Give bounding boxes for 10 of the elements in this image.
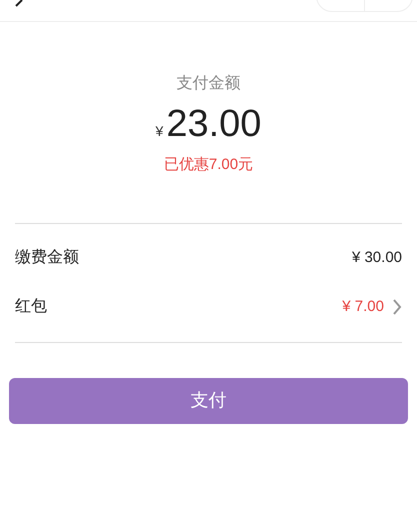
row-label: 缴费金额 [15,248,79,268]
payment-amount: 23.00 [166,102,262,147]
currency-symbol: ¥ [156,122,164,141]
bonus-value[interactable]: ¥ 7.00 [342,296,384,318]
pay-button[interactable]: 支付 [9,378,408,424]
payment-label: 支付金额 [176,74,240,94]
discount-text: 已优惠7.00元 [164,155,254,175]
chevron-right-icon[interactable] [392,298,402,316]
row-label: 红包 [15,297,47,317]
row-value: ¥ 30.00 [352,248,402,268]
